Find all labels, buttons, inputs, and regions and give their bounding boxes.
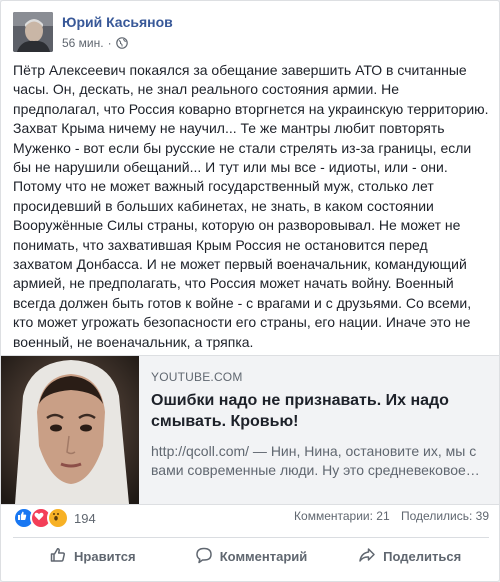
comment-label: Комментарий <box>219 548 308 564</box>
share-arrow-icon <box>358 546 376 567</box>
link-description: http://qcoll.com/ — Нин, Нина, остановит… <box>151 443 480 478</box>
link-thumbnail[interactable] <box>1 356 139 504</box>
post-text: Пётр Алексеевич покаялся за обещание зав… <box>13 62 489 350</box>
link-domain: YOUTUBE.COM <box>151 370 243 384</box>
share-button[interactable]: Поделиться <box>330 538 489 574</box>
wow-reaction-icon <box>47 507 69 529</box>
link-preview-text: YOUTUBE.COM Ошибки надо не признавать. И… <box>151 370 487 480</box>
post-header: Юрий Касьянов 56 мин. · <box>13 12 483 56</box>
share-label: Поделиться <box>383 548 462 564</box>
author-name[interactable]: Юрий Касьянов <box>62 14 173 30</box>
post-meta: 56 мин. · <box>62 36 128 50</box>
meta-separator: · <box>107 36 112 50</box>
post-card: Юрий Касьянов 56 мин. · Пётр Алексеевич … <box>0 0 500 582</box>
link-title[interactable]: Ошибки надо не признавать. Их надо смыва… <box>151 390 487 432</box>
engagement-counts: Комментарии: 21 Поделились: 39 <box>294 509 489 523</box>
post-timestamp[interactable]: 56 мин. <box>62 36 104 50</box>
comments-count[interactable]: Комментарии: 21 <box>294 509 390 523</box>
like-label: Нравится <box>74 548 136 564</box>
comment-button[interactable]: Комментарий <box>172 538 331 574</box>
like-button[interactable]: Нравится <box>13 538 172 574</box>
globe-icon[interactable] <box>115 37 128 49</box>
shares-count[interactable]: Поделились: 39 <box>401 509 489 523</box>
reaction-count[interactable]: 194 <box>74 511 96 526</box>
avatar[interactable] <box>13 12 53 52</box>
post-stats: 194 Комментарии: 21 Поделились: 39 <box>13 503 489 529</box>
thumbs-up-icon <box>49 546 67 567</box>
reaction-summary[interactable]: 194 <box>13 507 96 529</box>
comment-icon <box>195 546 213 567</box>
action-bar: Нравится Комментарий Поделиться <box>13 537 489 574</box>
link-preview[interactable]: YOUTUBE.COM Ошибки надо не признавать. И… <box>1 355 499 505</box>
